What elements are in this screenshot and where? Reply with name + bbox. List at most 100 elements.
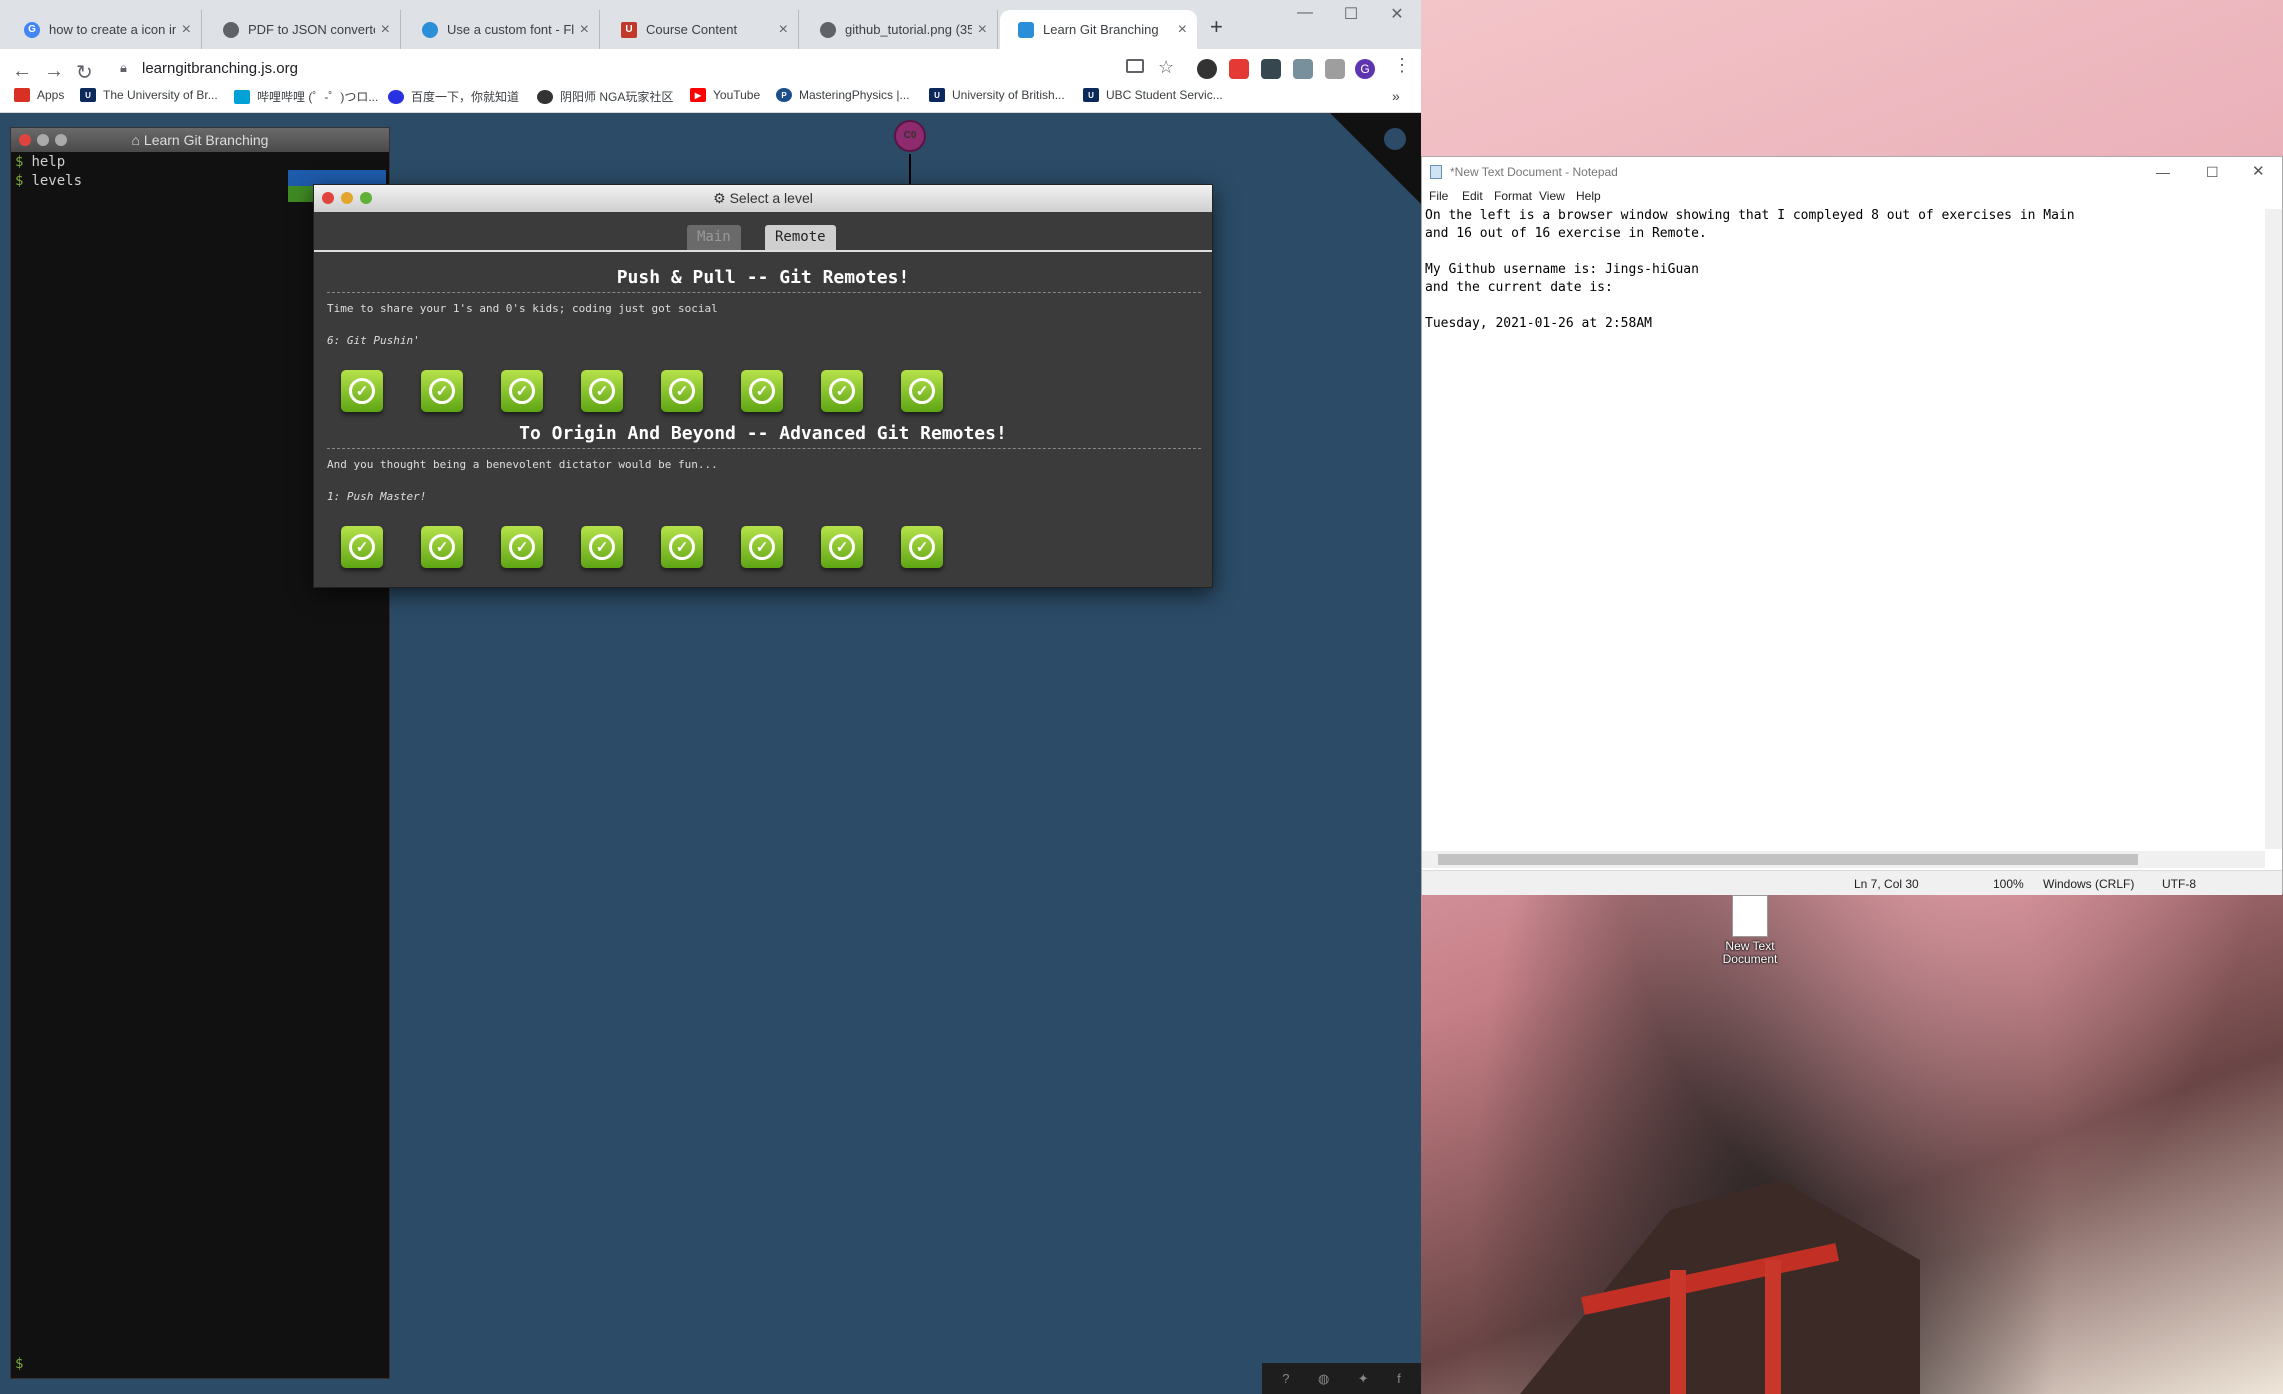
menu-format[interactable]: Format [1494,189,1532,203]
checkmark-icon: ✓ [589,378,615,404]
menu-help[interactable]: Help [1576,189,1601,203]
tab-3[interactable]: U Course Content × [603,10,799,49]
close-tab-icon[interactable]: × [779,21,788,39]
close-tab-icon[interactable]: × [580,21,589,39]
level-complete-button[interactable]: ✓ [581,526,623,568]
menu-view[interactable]: View [1539,189,1565,203]
level-name: 6: Git Pushin' [327,334,420,347]
mastering-icon: P [776,88,792,102]
scrollbar-thumb[interactable] [1438,854,2138,865]
bookmarks-bar: Apps U The University of Br... 哔哩哔哩 (゜-゜)… [0,82,1421,113]
level-complete-button[interactable]: ✓ [901,370,943,412]
level-complete-button[interactable]: ✓ [821,526,863,568]
twitter-icon[interactable]: ✦ [1358,1371,1369,1387]
vertical-scrollbar[interactable] [2265,209,2282,849]
lock-icon: 🔒︎ [120,60,127,75]
zoom-dot-icon[interactable] [55,134,67,146]
level-complete-button[interactable]: ✓ [661,370,703,412]
terminal-title: Learn Git Branching [143,132,269,148]
level-complete-button[interactable]: ✓ [341,370,383,412]
horizontal-scrollbar[interactable] [1422,851,2265,868]
home-icon: ⌂ [131,132,144,148]
globe-icon[interactable]: ◍ [1318,1371,1329,1387]
close-tab-icon[interactable]: × [182,21,191,39]
level-complete-button[interactable]: ✓ [421,370,463,412]
bookmark-mastering[interactable]: P MasteringPhysics |... [776,88,909,102]
close-dot-icon[interactable] [322,192,334,204]
commit-node[interactable]: C0 [894,120,926,152]
sequence-description: And you thought being a benevolent dicta… [327,458,718,471]
menu-edit[interactable]: Edit [1462,189,1483,203]
minimize-dot-icon[interactable] [37,134,49,146]
sequence-description: Time to share your 1's and 0's kids; cod… [327,302,718,315]
extension-icon[interactable] [1197,59,1217,79]
level-complete-button[interactable]: ✓ [581,370,623,412]
level-complete-button[interactable]: ✓ [501,526,543,568]
notepad-text-area[interactable]: On the left is a browser window showing … [1425,207,2255,847]
bookmark-baidu[interactable]: 百度一下，你就知道 [388,88,519,105]
forward-icon[interactable]: → [44,60,64,83]
level-complete-button[interactable]: ✓ [741,370,783,412]
gear-icon: ⚙ [713,190,730,206]
bookmark-youtube[interactable]: ▶ YouTube [690,88,760,102]
octocat-corner-icon[interactable] [1330,113,1421,204]
tab-1[interactable]: PDF to JSON converter - × [205,10,401,49]
menu-kebab-icon[interactable]: ⋮ [1393,55,1411,76]
minimize-icon[interactable]: — [1282,4,1328,22]
tab-2[interactable]: Use a custom font - Flutt × [404,10,600,49]
help-icon[interactable]: ? [1282,1371,1289,1386]
tab-remote[interactable]: Remote [765,225,836,250]
facebook-icon[interactable]: f [1397,1371,1401,1386]
level-complete-button[interactable]: ✓ [741,526,783,568]
level-complete-button[interactable]: ✓ [341,526,383,568]
bookmark-nga[interactable]: 阴阳师 NGA玩家社区 [537,88,673,105]
notepad-window: *New Text Document - Notepad — ☐ ✕ File … [1421,156,2283,895]
extension-icon[interactable] [1325,59,1345,79]
close-window-icon[interactable]: ✕ [2252,157,2265,187]
close-tab-icon[interactable]: × [381,21,390,39]
level-complete-button[interactable]: ✓ [421,526,463,568]
bookmark-apps[interactable]: Apps [14,88,64,102]
dialog-titlebar: ⚙ Select a level [314,185,1212,212]
checkmark-icon: ✓ [429,534,455,560]
bookmark-ubc[interactable]: U The University of Br... [80,88,218,102]
bookmarks-more[interactable]: » [1392,88,1400,104]
social-bar: ? ◍ ✦ f [1262,1363,1421,1394]
terminal-prompt[interactable]: $ [15,1356,31,1372]
tab-0[interactable]: G how to create a icon in fl × [6,10,202,49]
zoom-dot-icon[interactable] [360,192,372,204]
star-icon[interactable]: ☆ [1158,57,1174,78]
extension-icon[interactable] [1229,59,1249,79]
new-tab-button[interactable]: + [1210,14,1223,40]
desktop-file-icon[interactable]: New Text Document [1715,895,1785,975]
menu-file[interactable]: File [1429,189,1448,203]
bookmark-ubc-3[interactable]: U UBC Student Servic... [1083,88,1223,102]
close-tab-icon[interactable]: × [1178,21,1187,39]
maximize-icon[interactable]: ☐ [2206,157,2219,187]
tab-4[interactable]: github_tutorial.png (3584 × [802,10,998,49]
calculator-icon[interactable] [1261,59,1281,79]
checkmark-icon: ✓ [749,378,775,404]
level-complete-button[interactable]: ✓ [901,526,943,568]
notepad-titlebar: *New Text Document - Notepad — ☐ ✕ [1422,157,2282,187]
level-complete-button[interactable]: ✓ [501,370,543,412]
terminal-line: $ levels [15,173,83,189]
extension-icon[interactable] [1293,59,1313,79]
close-tab-icon[interactable]: × [978,21,987,39]
close-window-icon[interactable]: ✕ [1374,4,1420,24]
close-dot-icon[interactable] [19,134,31,146]
back-icon[interactable]: ← [12,60,32,83]
bookmark-ubc-2[interactable]: U University of British... [929,88,1065,102]
level-complete-button[interactable]: ✓ [821,370,863,412]
bookmark-bilibili[interactable]: 哔哩哔哩 (゜-゜)つロ... [234,88,378,105]
minimize-icon[interactable]: — [2156,157,2170,187]
tab-main[interactable]: Main [687,225,741,250]
minimize-dot-icon[interactable] [341,192,353,204]
tab-5[interactable]: Learn Git Branching × [1000,10,1197,49]
cast-icon[interactable] [1126,59,1144,73]
maximize-icon[interactable]: ☐ [1328,4,1374,24]
avatar[interactable]: G [1355,59,1375,79]
ubc-icon: U [80,88,96,102]
level-complete-button[interactable]: ✓ [661,526,703,568]
url-text[interactable]: learngitbranching.js.org [142,60,298,77]
